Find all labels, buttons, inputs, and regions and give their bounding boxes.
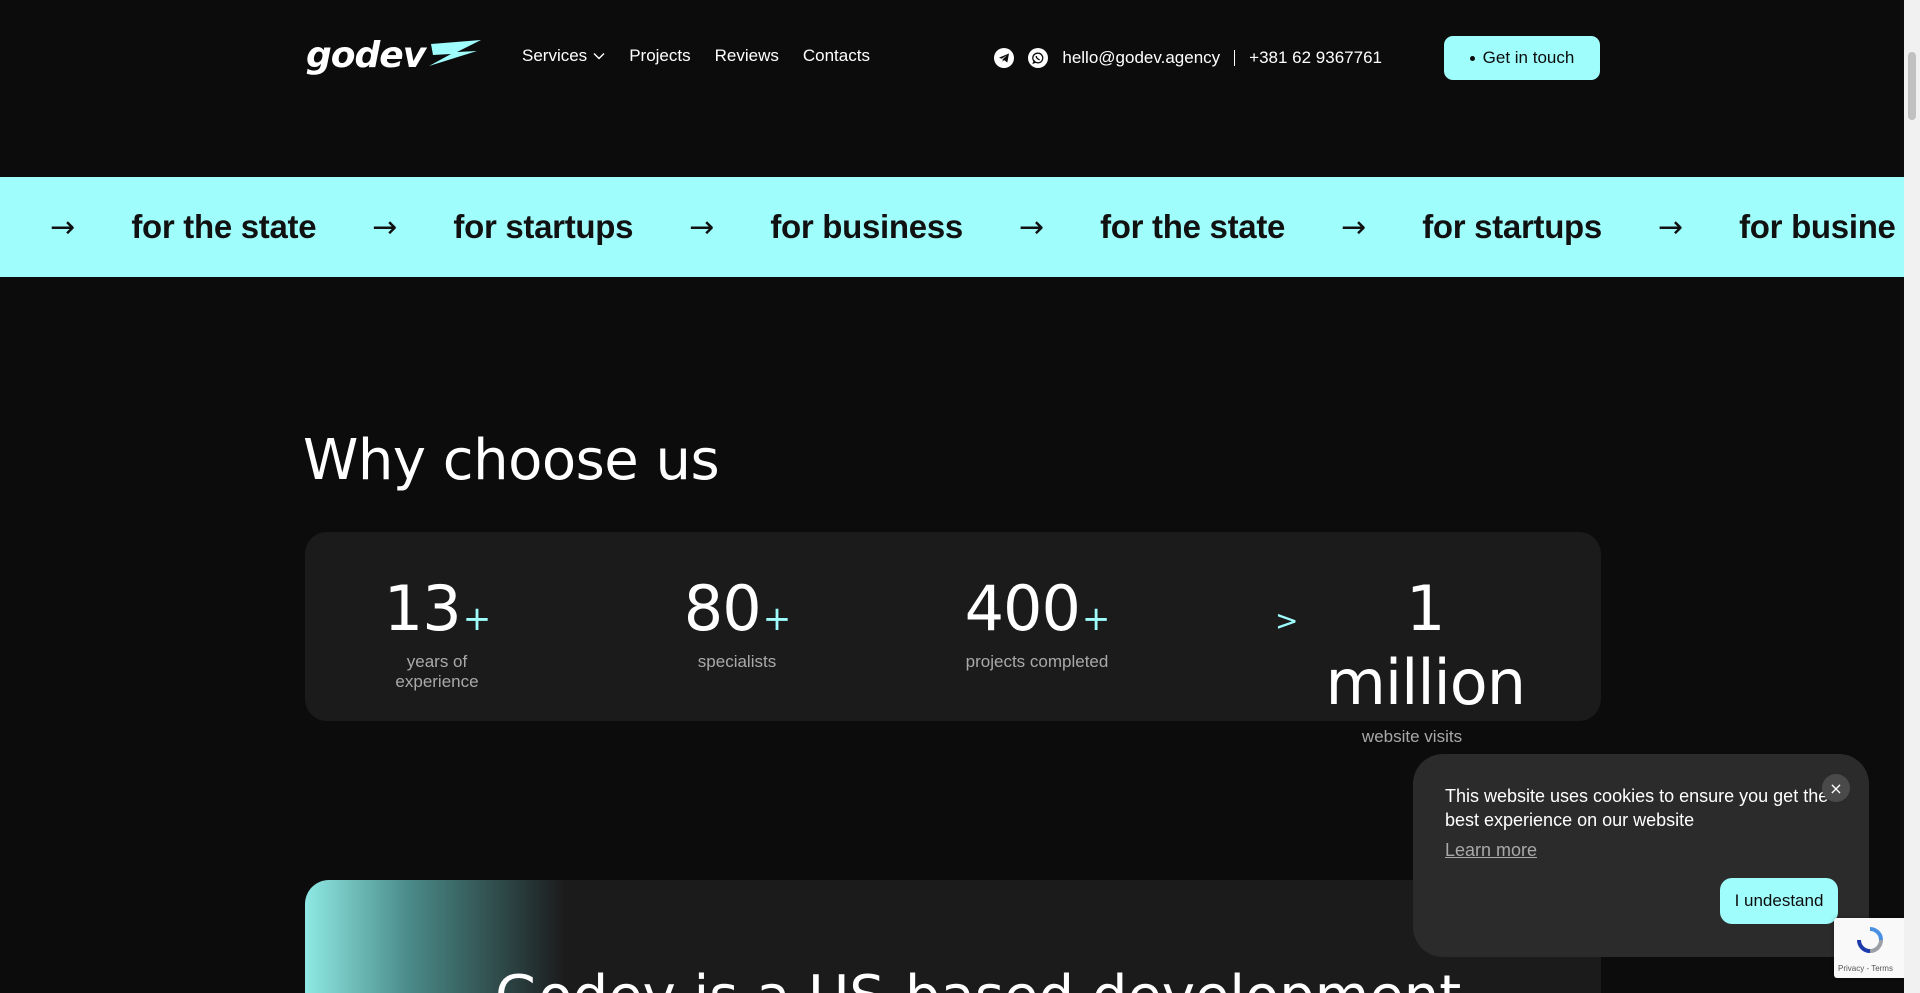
- ticker-item: for startups: [453, 208, 634, 245]
- stat-value: 1 million: [1325, 572, 1526, 720]
- logo-text: godev: [306, 35, 426, 76]
- stat-value: 400: [964, 572, 1081, 645]
- ticker-item: for busine: [1739, 208, 1896, 245]
- ticker-item: for the state: [1100, 208, 1286, 245]
- arrow-right-icon: →: [372, 209, 398, 245]
- arrow-right-icon: →: [689, 209, 715, 245]
- contact-divider: [1234, 50, 1236, 66]
- stat-prefix: >: [1275, 604, 1298, 637]
- stat-value-row: 400 +: [957, 572, 1117, 646]
- stat-experience: 13 + years of experience: [363, 572, 511, 692]
- stat-value: 80: [683, 572, 762, 645]
- stat-plus: +: [1081, 599, 1110, 639]
- recaptcha-terms[interactable]: Privacy - Terms: [1838, 964, 1893, 973]
- nav-item-label: Reviews: [714, 46, 779, 65]
- arrow-right-icon: →: [1341, 209, 1367, 245]
- accept-cookies-button[interactable]: I undestand: [1720, 878, 1838, 924]
- nav-item-label: Services: [522, 46, 588, 65]
- stat-label: projects completed: [965, 652, 1109, 672]
- ticker-track: ess → for the state → for startups → for…: [0, 177, 1896, 277]
- nav-item-label: Projects: [629, 46, 691, 65]
- scrollbar-thumb[interactable]: [1908, 52, 1916, 120]
- whatsapp-icon[interactable]: [1028, 48, 1049, 68]
- ticker-item: for startups: [1422, 208, 1602, 245]
- stat-plus: +: [462, 599, 491, 639]
- about-banner: Godev is a US-based development: [305, 880, 1601, 993]
- why-choose-us-title: Why choose us: [303, 428, 720, 493]
- stat-value-row: 13 +: [363, 572, 511, 646]
- about-banner-heading: Godev is a US-based development: [495, 964, 1461, 993]
- site-header: godev Services Projects Reviews Contacts: [0, 0, 1904, 118]
- stat-plus: +: [762, 599, 791, 639]
- chevron-down-icon: [593, 53, 605, 60]
- arrow-right-icon: →: [50, 209, 76, 245]
- arrow-right-icon: →: [1018, 209, 1045, 245]
- get-in-touch-label: Get in touch: [1482, 48, 1575, 67]
- cookie-consent-popup: This website uses cookies to ensure you …: [1413, 754, 1869, 957]
- nav-item-projects[interactable]: Projects: [629, 46, 690, 66]
- nav-item-label: Contacts: [802, 46, 870, 65]
- header-contacts: hello@godev.agency +381 62 9367761: [994, 36, 1382, 80]
- stat-specialists: 80 + specialists: [663, 572, 811, 672]
- telegram-icon[interactable]: [994, 48, 1015, 68]
- stats-card: 13 + years of experience 80 + specialists …: [305, 532, 1601, 746]
- page-scrollbar[interactable]: [1904, 0, 1920, 993]
- bullet-dot: [1469, 55, 1475, 61]
- stat-label: years of experience: [395, 652, 479, 692]
- arrow-right-icon: →: [1657, 209, 1684, 245]
- nav-item-reviews[interactable]: Reviews: [715, 46, 779, 66]
- get-in-touch-button[interactable]: Get in touch: [1444, 36, 1600, 80]
- stat-projects: 400 + projects completed: [957, 572, 1117, 672]
- cookie-message: This website uses cookies to ensure you …: [1445, 786, 1829, 831]
- phone-link[interactable]: +381 62 9367761: [1249, 48, 1382, 68]
- recaptcha-badge[interactable]: Privacy - Terms: [1834, 918, 1904, 978]
- stat-label: website visits: [1361, 726, 1463, 746]
- stat-label: specialists: [697, 652, 777, 672]
- stat-value-row: >1 million: [1275, 572, 1549, 721]
- close-icon[interactable]: ×: [1822, 774, 1850, 802]
- recaptcha-icon: [1857, 927, 1883, 953]
- audience-ticker: ess → for the state → for startups → for…: [0, 177, 1904, 277]
- ticker-item: for the state: [131, 208, 317, 245]
- ticker-item: for business: [770, 208, 963, 245]
- bolt-icon: [429, 40, 482, 66]
- stat-visits: >1 million website visits: [1275, 572, 1549, 747]
- stat-value-row: 80 +: [663, 572, 811, 646]
- nav-item-services[interactable]: Services: [522, 46, 605, 66]
- main-nav: Services Projects Reviews Contacts: [522, 46, 870, 66]
- learn-more-link[interactable]: Learn more: [1445, 840, 1537, 861]
- godev-logo[interactable]: godev: [306, 36, 483, 76]
- nav-item-contacts[interactable]: Contacts: [803, 46, 870, 66]
- email-link[interactable]: hello@godev.agency: [1062, 48, 1220, 68]
- stat-value: 13: [383, 572, 462, 645]
